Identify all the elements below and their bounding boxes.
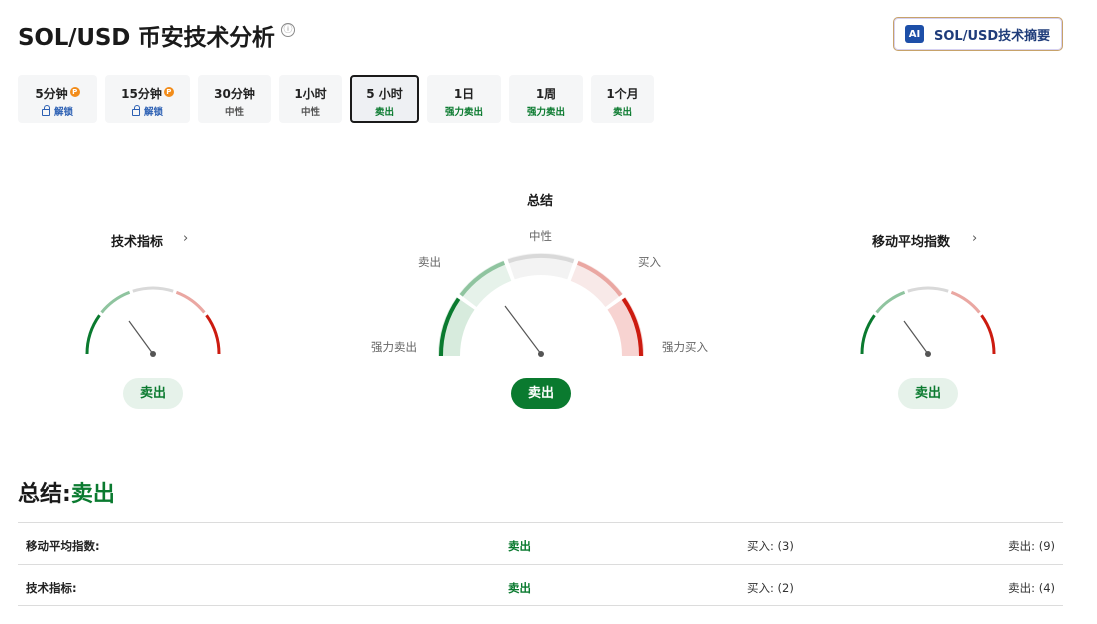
summary-verdict-badge: 卖出 — [511, 378, 571, 409]
tab-status: 解锁 — [143, 107, 163, 118]
tab-label: 5 小时 — [366, 87, 403, 101]
moving-averages-gauge — [860, 286, 996, 357]
row-sell-count: 卖出: (9) — [1008, 539, 1055, 553]
gauge-pivot — [150, 351, 156, 357]
tab-label: 30分钟 — [214, 87, 255, 101]
tab-status: 中性 — [224, 107, 244, 118]
tab-1w[interactable]: 1周 强力卖出 — [509, 75, 583, 123]
tab-status: 卖出 — [612, 107, 632, 118]
ai-summary-label: SOL/USD技术摘要 — [934, 28, 1051, 44]
tab-5min[interactable]: 5分钟 P 解锁 — [18, 75, 97, 123]
gauge-pivot — [925, 351, 931, 357]
row-verdict: 卖出 — [508, 581, 531, 595]
summary-gauge-title: 总结 — [527, 194, 554, 209]
gauge-label-neutral: 中性 — [529, 229, 552, 243]
gauge-segment-sell — [875, 290, 906, 314]
tab-label: 5分钟 — [35, 87, 68, 101]
technical-gauge-title[interactable]: 技术指标 — [111, 231, 163, 250]
chevron-right-icon[interactable]: › — [972, 231, 977, 246]
ai-icon: AI — [905, 25, 924, 43]
row-buy-count: 买入: (3) — [747, 539, 794, 553]
summary-gauge — [437, 253, 645, 357]
gauge-fill-buy — [570, 260, 623, 308]
gauge-segment-neutral — [132, 286, 174, 293]
tab-status: 强力卖出 — [444, 107, 483, 118]
ai-summary-button[interactable]: AI SOL/USD技术摘要 — [893, 17, 1063, 51]
tab-label: 15分钟 — [121, 87, 162, 101]
gauge-segment-sell — [100, 290, 131, 314]
gauge-segment-strong-buy — [205, 314, 221, 355]
tab-1d[interactable]: 1日 强力卖出 — [427, 75, 501, 123]
tab-1h[interactable]: 1小时 中性 — [279, 75, 342, 123]
gauge-segment-strong-sell — [860, 314, 876, 355]
gauge-needle — [504, 305, 542, 355]
row-name: 移动平均指数: — [26, 539, 100, 553]
gauge-needle — [903, 320, 929, 355]
tab-label: 1周 — [535, 87, 557, 101]
technical-verdict-badge: 卖出 — [123, 378, 183, 409]
tab-label: 1小时 — [294, 87, 327, 101]
gauge-pivot — [538, 351, 544, 357]
lock-icon — [41, 105, 50, 116]
moving-averages-verdict-badge: 卖出 — [898, 378, 958, 409]
moving-averages-gauge-title[interactable]: 移动平均指数 — [872, 231, 950, 250]
gauge-segment-strong-buy — [980, 314, 996, 355]
tab-status: 卖出 — [374, 107, 394, 118]
tab-label: 1个月 — [606, 87, 639, 101]
gauge-needle — [128, 320, 154, 355]
gauge-segment-buy — [950, 290, 981, 314]
lock-icon — [131, 105, 140, 116]
gauge-label-strong-sell: 强力卖出 — [371, 340, 417, 354]
tab-30min[interactable]: 30分钟 中性 — [198, 75, 271, 123]
summary-label: 总结: — [18, 482, 71, 507]
tab-status: 中性 — [300, 107, 320, 118]
pro-icon: P — [69, 87, 80, 97]
row-verdict: 卖出 — [508, 539, 531, 553]
gauge-fill-neutral — [507, 253, 575, 280]
table-row: 技术指标: 卖出 买入: (2) 卖出: (4) — [18, 564, 1063, 606]
pro-icon: P — [163, 87, 174, 97]
row-sell-count: 卖出: (4) — [1008, 581, 1055, 595]
summary-heading: 总结:卖出 — [18, 476, 115, 508]
gauge-segment-neutral — [907, 286, 949, 293]
table-row: 移动平均指数: 卖出 买入: (3) 卖出: (9) — [18, 522, 1063, 564]
technical-gauge — [85, 286, 221, 357]
gauge-segment-buy — [175, 290, 206, 314]
tab-status: 强力卖出 — [526, 107, 565, 118]
row-name: 技术指标: — [26, 581, 77, 595]
tab-status: 解锁 — [53, 107, 73, 118]
gauge-fill-sell — [459, 260, 512, 308]
chevron-right-icon[interactable]: › — [183, 231, 188, 246]
gauge-label-strong-buy: 强力买入 — [662, 340, 708, 354]
summary-value: 卖出 — [70, 482, 115, 507]
tab-1m[interactable]: 1个月 卖出 — [591, 75, 654, 123]
gauge-segment-strong-sell — [85, 314, 101, 355]
info-icon[interactable]: ⓘ — [281, 23, 295, 37]
tab-15min[interactable]: 15分钟 P 解锁 — [105, 75, 190, 123]
row-buy-count: 买入: (2) — [747, 581, 794, 595]
page-title: SOL/USD 币安技术分析 — [18, 25, 275, 51]
summary-table: 移动平均指数: 卖出 买入: (3) 卖出: (9) 技术指标: 卖出 买入: … — [18, 522, 1063, 606]
tab-label: 1日 — [453, 87, 475, 101]
tab-5h[interactable]: 5 小时 卖出 — [350, 75, 419, 123]
